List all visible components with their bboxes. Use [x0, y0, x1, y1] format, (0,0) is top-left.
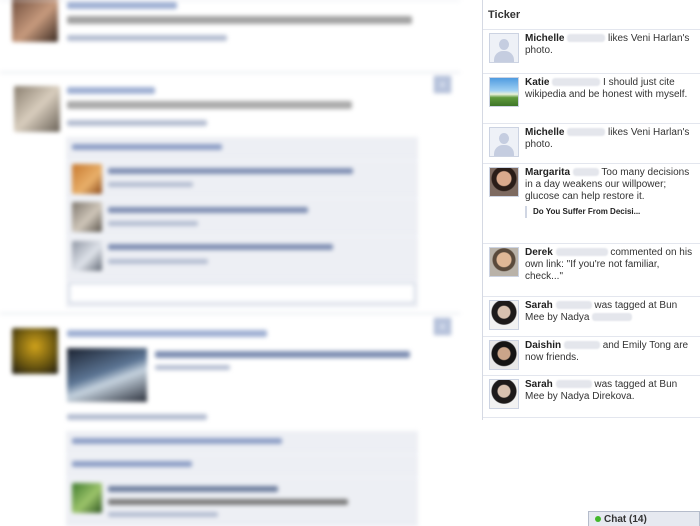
ticker-item-name[interactable]: Daishin: [525, 340, 561, 351]
ticker-item-name[interactable]: Michelle: [525, 33, 564, 44]
comment-avatar: [72, 164, 102, 194]
ticker-item-name[interactable]: Michelle: [525, 127, 564, 138]
ticker-item[interactable]: Michelle likes Veni Harlan's photo.: [483, 124, 700, 164]
news-feed: x x: [0, 0, 470, 526]
online-dot-icon: [595, 516, 601, 523]
ticker-item[interactable]: Michelle likes Veni Harlan's photo.: [483, 30, 700, 74]
ticker-item-name[interactable]: Margarita: [525, 167, 570, 178]
ticker-item[interactable]: Katie I should just cite wikipedia and b…: [483, 74, 700, 124]
link-thumbnail[interactable]: [67, 348, 147, 402]
comment-avatar: [72, 483, 102, 513]
ticker-item-name[interactable]: Derek: [525, 247, 553, 258]
man-photo-icon: [489, 247, 519, 277]
hide-story-button[interactable]: x: [434, 318, 451, 335]
ticker-item-name[interactable]: Sarah: [525, 379, 553, 390]
ticker-item-name[interactable]: Sarah: [525, 300, 553, 311]
ticker-title: Ticker: [483, 0, 700, 30]
landscape-photo-icon: [489, 77, 519, 107]
comment-avatar: [72, 241, 102, 271]
ticker-item[interactable]: Margarita Too many decisions in a day we…: [483, 164, 700, 244]
dark-portrait-icon: [489, 379, 519, 409]
ticker-item[interactable]: Derek commented on his own link: "If you…: [483, 244, 700, 297]
woman-photo-icon: [489, 167, 519, 197]
ticker-panel: Ticker Michelle likes Veni Harlan's phot…: [482, 0, 700, 420]
ticker-item[interactable]: Sarah was tagged at Bun Mee by Nadya Dir…: [483, 376, 700, 418]
chat-label: Chat (14): [604, 514, 647, 525]
default-avatar-icon: [489, 127, 519, 157]
story-avatar: [12, 0, 58, 42]
default-avatar-icon: [489, 33, 519, 63]
hide-story-button[interactable]: x: [434, 76, 451, 93]
chat-tab[interactable]: Chat (14): [588, 511, 700, 526]
ticker-item[interactable]: Sarah was tagged at Bun Mee by Nadya: [483, 297, 700, 337]
news-feed-blurred-content: x x: [0, 0, 470, 526]
comment-avatar: [72, 202, 102, 232]
ticker-shared-link[interactable]: Do You Suffer From Decisi...: [525, 206, 697, 218]
write-comment-input[interactable]: [69, 283, 415, 303]
ticker-item-text: I should just cite wikipedia and be hone…: [525, 77, 688, 100]
dark-portrait-icon: [489, 300, 519, 330]
story-avatar: [14, 86, 60, 132]
dark-portrait-icon: [489, 340, 519, 370]
story-avatar: [12, 328, 58, 374]
ticker-item[interactable]: Daishin and Emily Tong are now friends.: [483, 337, 700, 376]
ticker-item-name[interactable]: Katie: [525, 77, 549, 88]
